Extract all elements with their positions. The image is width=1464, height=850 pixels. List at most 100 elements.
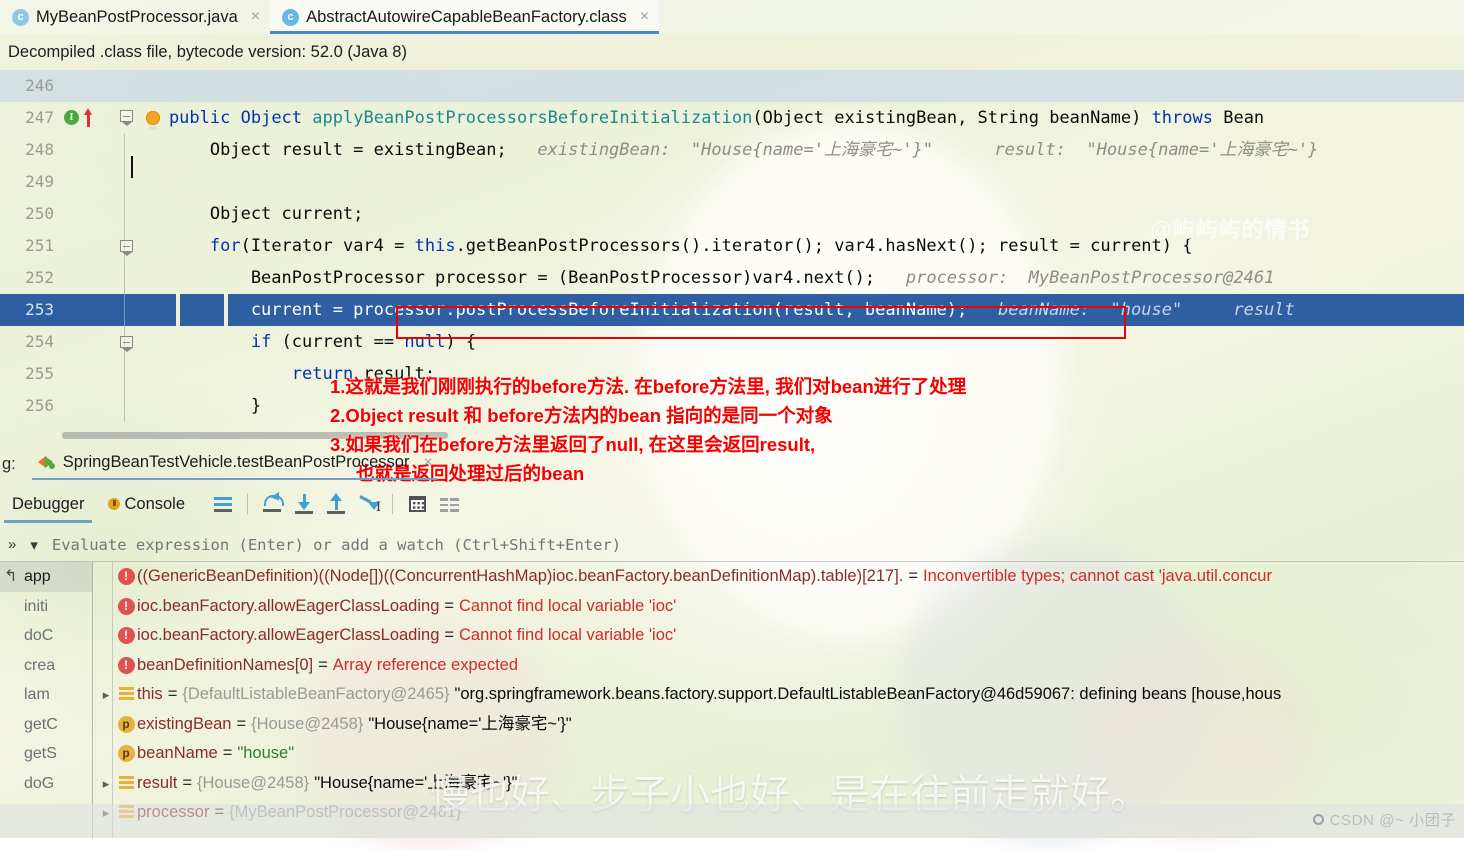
variable-name: beanDefinitionNames[0]	[137, 651, 313, 681]
editor-tab-bar: c MyBeanPostProcessor.java × c AbstractA…	[0, 0, 1464, 34]
layout-settings-icon[interactable]	[436, 491, 462, 517]
tab-abstractautowirecapablebeanfactory[interactable]: c AbstractAutowireCapableBeanFactory.cla…	[270, 0, 659, 34]
code-line[interactable]: 248 Object result = existingBean; existi…	[0, 134, 1464, 166]
line-number: 247	[0, 102, 62, 134]
close-icon[interactable]: ×	[640, 8, 649, 26]
variable-row[interactable]: ! ioc.beanFactory.allowEagerClassLoading…	[93, 592, 1464, 622]
implementation-marker-icon[interactable]: I	[64, 110, 79, 125]
line-number: 246	[0, 70, 62, 102]
return-arrow-icon: ↰	[4, 562, 17, 592]
variable-row[interactable]: p beanName = "house"	[93, 739, 1464, 769]
line-number: 255	[0, 358, 62, 390]
error-icon: !	[115, 627, 137, 644]
tab-mybeanpostprocessor[interactable]: c MyBeanPostProcessor.java ×	[0, 0, 270, 34]
line-number: 253	[0, 294, 62, 326]
error-icon: !	[115, 657, 137, 674]
variables-panel[interactable]: ! ((GenericBeanDefinition)((Node[])((Con…	[93, 562, 1464, 838]
tab-console[interactable]: Console	[96, 495, 197, 514]
code-line[interactable]: 252 BeanPostProcessor processor = (BeanP…	[0, 262, 1464, 294]
step-over-icon[interactable]	[259, 491, 285, 517]
frames-panel[interactable]: ↰ app initi doC crea lam getC getS doG	[0, 562, 92, 838]
frame-item[interactable]: getC	[0, 710, 92, 740]
variable-row[interactable]: ! ioc.beanFactory.allowEagerClassLoading…	[93, 621, 1464, 651]
variable-row[interactable]: p existingBean = {House@2458} "House{nam…	[93, 710, 1464, 740]
param-icon: p	[115, 716, 137, 733]
equals-sign: =	[231, 710, 251, 740]
frame-label: doG	[24, 775, 54, 792]
csdn-logo-icon	[1313, 814, 1324, 825]
show-execution-point-icon[interactable]	[210, 491, 236, 517]
error-icon: !	[115, 598, 137, 615]
expander-icon[interactable]: ▸	[97, 769, 115, 799]
variable-row[interactable]: ▸ this = {DefaultListableBeanFactory@246…	[93, 680, 1464, 710]
code-text: }	[128, 390, 261, 422]
frame-item[interactable]: ↰ app	[0, 562, 92, 592]
expand-more-icon[interactable]: »	[0, 536, 22, 553]
gutter-markers[interactable]: I	[62, 102, 122, 134]
equals-sign: =	[177, 769, 197, 799]
equals-sign: =	[903, 562, 923, 592]
frame-item[interactable]: crea	[0, 651, 92, 681]
equals-sign: =	[218, 739, 238, 769]
tab-label: MyBeanPostProcessor.java	[36, 8, 238, 27]
evaluate-expression-bar[interactable]: » ▾	[0, 528, 1464, 562]
editor-watermark: @屿屿屿的情书	[1150, 212, 1310, 244]
variable-ref: {House@2458}	[197, 769, 309, 799]
frame-item[interactable]: doC	[0, 621, 92, 651]
annotation-line-1: 1.这就是我们刚刚执行的before方法. 在before方法里, 我们对bea…	[330, 372, 1430, 401]
line-number: 254	[0, 326, 62, 358]
equals-sign: =	[313, 651, 333, 681]
variable-value: "house"	[237, 739, 294, 769]
debug-tab-strip: Debugger Console	[0, 482, 1464, 526]
evaluate-expression-input[interactable]	[44, 528, 1464, 562]
debug-label: g:	[0, 455, 16, 474]
gutter-markers	[62, 70, 122, 102]
frame-label: initi	[24, 598, 48, 615]
chevron-down-icon[interactable]: ▾	[22, 536, 44, 554]
variable-value: "org.springframework.beans.factory.suppo…	[450, 680, 1282, 710]
frame-item[interactable]: lam	[0, 680, 92, 710]
run-to-cursor-icon[interactable]	[355, 491, 381, 517]
equals-sign: =	[163, 680, 183, 710]
line-number: 250	[0, 198, 62, 230]
debug-session-header: g: SpringBeanTestVehicle.testBeanPostPro…	[0, 446, 1464, 482]
line-number: 251	[0, 230, 62, 262]
tab-debugger[interactable]: Debugger	[0, 495, 96, 514]
frame-item[interactable]: getS	[0, 739, 92, 769]
evaluate-expression-icon[interactable]	[404, 491, 430, 517]
code-line[interactable]: 249	[0, 166, 1464, 198]
variable-name: ioc.beanFactory.allowEagerClassLoading	[137, 621, 439, 651]
frame-item[interactable]: initi	[0, 592, 92, 622]
csdn-watermark-text: CSDN @~ 小团子	[1330, 809, 1456, 830]
code-line[interactable]: 246	[0, 70, 1464, 102]
variable-value: "House{name='上海豪宅~'}"	[309, 769, 517, 799]
java-class-icon: c	[12, 9, 29, 26]
tab-label: AbstractAutowireCapableBeanFactory.class	[306, 8, 627, 27]
step-out-icon[interactable]	[323, 491, 349, 517]
frame-label: getC	[24, 716, 58, 733]
variable-row[interactable]: ! beanDefinitionNames[0] = Array referen…	[93, 651, 1464, 681]
step-into-icon[interactable]	[291, 491, 317, 517]
frame-label: doC	[24, 627, 53, 644]
override-arrow-icon[interactable]	[84, 108, 92, 115]
close-icon[interactable]: ×	[423, 454, 432, 472]
equals-sign: =	[439, 621, 459, 651]
variable-row[interactable]: ▸ result = {House@2458} "House{name='上海豪…	[93, 769, 1464, 799]
frame-label: crea	[24, 657, 55, 674]
annotation-line-2: 2.Object result 和 before方法内的bean 指向的是同一个…	[330, 401, 1430, 430]
expander-icon[interactable]: ▸	[97, 680, 115, 710]
line-number: 248	[0, 134, 62, 166]
variable-value: "House{name='上海豪宅~'}"	[363, 710, 571, 740]
gutter-markers[interactable]	[62, 326, 122, 358]
gutter-markers[interactable]	[62, 230, 122, 262]
line-number: 256	[0, 390, 62, 422]
frame-label: app	[24, 568, 51, 585]
run-configuration-tab[interactable]: SpringBeanTestVehicle.testBeanPostProces…	[38, 453, 433, 475]
console-icon	[108, 498, 120, 510]
error-icon: !	[115, 568, 137, 585]
code-line[interactable]: 247 I public Object applyBeanPostProcess…	[0, 102, 1464, 134]
variable-row[interactable]: ! ((GenericBeanDefinition)((Node[])((Con…	[93, 562, 1464, 592]
field-icon	[115, 687, 137, 702]
close-icon[interactable]: ×	[251, 8, 260, 26]
frame-item[interactable]: doG	[0, 769, 92, 799]
